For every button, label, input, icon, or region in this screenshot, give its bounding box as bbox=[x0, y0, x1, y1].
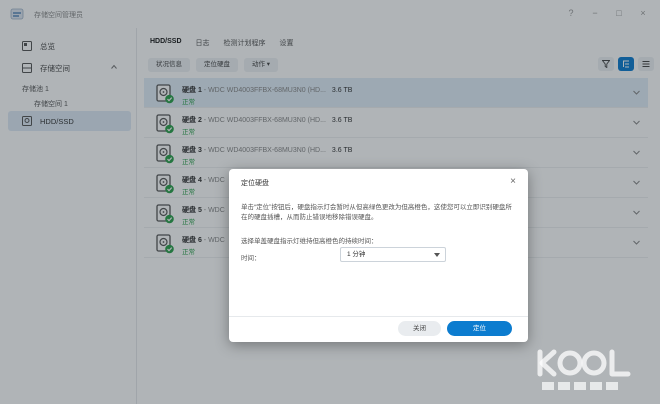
dropdown-caret-icon bbox=[434, 253, 440, 257]
dialog-instruction: 选择单盖硬盘指示灯维持但高橙色的持续时间： bbox=[241, 238, 378, 245]
locate-disk-dialog: 定位硬盘 × 单击“定位”按钮后，硬盘指示灯会暂时从但高绿色更改为但高橙色，这使… bbox=[229, 169, 528, 342]
app-window: 存储空间管理员 ? − □ × 总览 存储空间 存储池 1 存储空间 1 HDD… bbox=[0, 0, 660, 404]
dialog-title: 定位硬盘 bbox=[241, 180, 269, 187]
time-label: 时间： bbox=[241, 255, 261, 262]
time-select[interactable]: 1 分钟 bbox=[340, 247, 446, 262]
dialog-close-icon[interactable]: × bbox=[510, 176, 516, 187]
dialog-description: 单击“定位”按钮后，硬盘指示灯会暂时从但高绿色更改为但高橙色，这使您可以立即识别… bbox=[241, 204, 512, 221]
locate-button[interactable]: 定位 bbox=[447, 321, 512, 336]
time-select-value: 1 分钟 bbox=[347, 251, 366, 258]
close-dialog-button[interactable]: 关闭 bbox=[398, 321, 441, 336]
watermark-logo bbox=[537, 349, 631, 390]
dialog-divider bbox=[229, 316, 528, 317]
